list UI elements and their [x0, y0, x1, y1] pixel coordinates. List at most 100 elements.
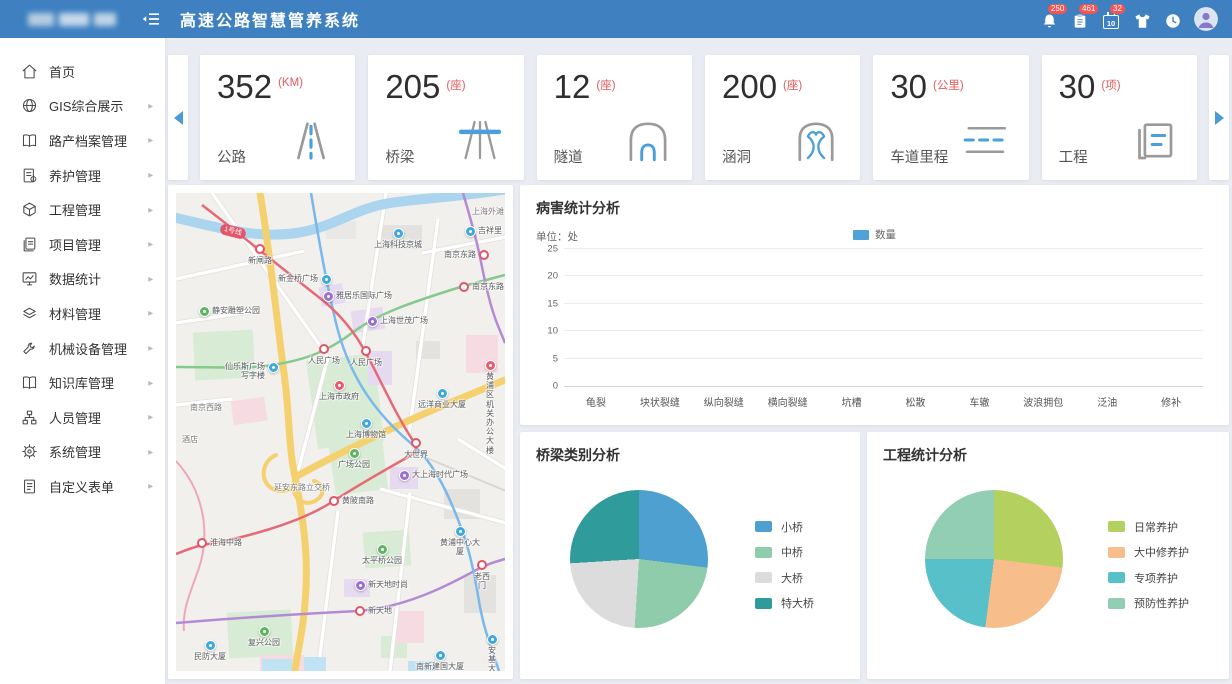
stat-value: 352	[217, 70, 272, 103]
sidebar-item-project-doc[interactable]: 项目管理▶	[0, 227, 165, 262]
sidebar-item-home[interactable]: 首页	[0, 54, 165, 89]
chevron-right-icon: ▶	[148, 137, 153, 144]
legend-item[interactable]: 特大桥	[755, 591, 814, 617]
map-poi-icon[interactable]	[455, 526, 466, 537]
sidebar-item-book[interactable]: 路产档案管理▶	[0, 123, 165, 158]
map-base-layer	[176, 193, 505, 671]
map-poi-label: 上海博物馆	[346, 430, 386, 439]
metro-station-icon[interactable]	[329, 496, 339, 506]
map-poi-icon[interactable]	[355, 580, 366, 591]
chevron-right-icon	[1215, 111, 1224, 125]
stat-unit: (座)	[783, 77, 802, 93]
map-poi-icon[interactable]	[485, 360, 496, 371]
map-poi-label: 南京东路	[472, 282, 504, 291]
metro-station-icon[interactable]	[197, 538, 207, 548]
map-poi-label: 新天地时尚	[368, 580, 408, 589]
metro-station-icon[interactable]	[361, 346, 371, 356]
map-canvas[interactable]: 上海外滩1号线新闸路上海科技京城吉祥里南京东路南京东路新金桥广场雅居乐国际广场静…	[176, 193, 505, 671]
stat-label: 隧道	[554, 146, 583, 167]
project-icon	[1126, 118, 1180, 167]
bar-x-labels: 龟裂块状裂缝纵向裂缝横向裂缝坑槽松散车辙波浪拥包泛油修补	[564, 394, 1203, 409]
wrench-icon	[21, 340, 38, 357]
map-road-label: 酒店	[182, 435, 198, 444]
bridge-pie-chart[interactable]	[570, 490, 708, 628]
y-axis-tick: 0	[538, 381, 558, 392]
map-poi-icon[interactable]	[367, 316, 378, 327]
chevron-right-icon: ▶	[148, 344, 153, 351]
map-road-label: 上海外滩	[472, 207, 504, 216]
sidebar-item-globe[interactable]: GIS综合展示▶	[0, 89, 165, 124]
project-pie-chart[interactable]	[925, 490, 1063, 628]
sidebar-item-monitor[interactable]: 数据统计▶	[0, 262, 165, 297]
bell-icon[interactable]: 250	[1039, 8, 1059, 30]
chevron-left-icon	[174, 111, 183, 125]
bar-chart-panel: 病害统计分析 单位：处 数量 0510152025 龟裂块状裂缝纵向裂缝横向裂缝…	[520, 185, 1229, 425]
map-poi-icon[interactable]	[259, 626, 270, 637]
map-poi-icon[interactable]	[334, 380, 345, 391]
legend-swatch	[853, 230, 869, 240]
road-icon	[284, 118, 338, 167]
menu-fold-icon[interactable]	[142, 12, 160, 26]
book-icon	[21, 132, 38, 149]
legend-item[interactable]: 大桥	[755, 565, 814, 591]
map-poi-icon[interactable]	[437, 388, 448, 399]
map-poi-icon[interactable]	[465, 226, 476, 237]
map-poi-icon[interactable]	[321, 274, 332, 285]
map-poi-icon[interactable]	[435, 650, 446, 661]
legend-item[interactable]: 专项养护	[1108, 565, 1189, 591]
bar-chart-legend[interactable]: 数量	[536, 227, 1213, 242]
metro-station-icon[interactable]	[411, 438, 421, 448]
sidebar-item-layers[interactable]: 材料管理▶	[0, 296, 165, 331]
legend-item[interactable]: 小桥	[755, 514, 814, 540]
sidebar-item-label: 系统管理	[49, 442, 101, 461]
sidebar-item-wrench[interactable]: 机械设备管理▶	[0, 331, 165, 366]
legend-item[interactable]: 中桥	[755, 540, 814, 566]
sidebar-item-gear[interactable]: 系统管理▶	[0, 435, 165, 470]
map-poi-label: 远洋商业大厦	[418, 400, 466, 409]
map-poi-icon[interactable]	[349, 448, 360, 459]
clipboard-icon[interactable]: 461	[1070, 8, 1090, 30]
map-poi-icon[interactable]	[361, 418, 372, 429]
legend-label: 大中修养护	[1134, 544, 1189, 560]
sidebar-item-knowledge[interactable]: 知识库管理▶	[0, 365, 165, 400]
carousel-prev-button[interactable]	[168, 55, 188, 180]
sidebar-item-form[interactable]: 自定义表单▶	[0, 469, 165, 504]
metro-station-icon[interactable]	[355, 606, 365, 616]
legend-swatch	[1108, 547, 1125, 558]
user-avatar[interactable]	[1194, 7, 1218, 31]
map-poi-label: 黄浦中心大厦	[438, 538, 483, 556]
calendar-badge: 32	[1110, 4, 1125, 14]
sidebar-item-cube[interactable]: 工程管理▶	[0, 192, 165, 227]
stat-value: 12	[554, 70, 591, 103]
map-poi-icon[interactable]	[399, 470, 410, 481]
sidebar-item-org[interactable]: 人员管理▶	[0, 400, 165, 435]
stat-card-tunnel: 12(座)隧道	[537, 55, 692, 180]
legend-item[interactable]: 日常养护	[1108, 514, 1189, 540]
map-poi-icon[interactable]	[205, 640, 216, 651]
calendar-icon[interactable]: 10 32	[1101, 8, 1121, 30]
gear-icon	[21, 443, 38, 460]
clock-icon[interactable]	[1163, 8, 1183, 30]
legend-swatch	[1108, 521, 1125, 532]
sidebar-item-maintenance[interactable]: 养护管理▶	[0, 158, 165, 193]
metro-station-icon[interactable]	[479, 250, 489, 260]
map-poi-icon[interactable]	[377, 544, 388, 555]
map-panel: 上海外滩1号线新闸路上海科技京城吉祥里南京东路南京东路新金桥广场雅居乐国际广场静…	[168, 185, 513, 679]
theme-tshirt-icon[interactable]	[1132, 8, 1152, 30]
project-pie-title: 工程统计分析	[883, 445, 1213, 465]
map-poi-icon[interactable]	[199, 306, 210, 317]
metro-station-icon[interactable]	[319, 344, 329, 354]
legend-item[interactable]: 大中修养护	[1108, 540, 1189, 566]
carousel-next-button[interactable]	[1209, 55, 1229, 180]
map-poi-icon[interactable]	[487, 634, 498, 645]
map-poi-icon[interactable]	[268, 362, 279, 373]
metro-station-icon[interactable]	[459, 282, 469, 292]
project-pie-panel: 工程统计分析 日常养护大中修养护专项养护预防性养护	[867, 432, 1229, 679]
legend-swatch	[755, 547, 772, 558]
metro-station-icon[interactable]	[255, 244, 265, 254]
metro-station-icon[interactable]	[477, 560, 487, 570]
map-poi-label: 仙乐斯广场 写字楼	[225, 362, 265, 380]
map-poi-icon[interactable]	[393, 228, 404, 239]
legend-item[interactable]: 预防性养护	[1108, 591, 1189, 617]
map-poi-icon[interactable]	[323, 291, 334, 302]
